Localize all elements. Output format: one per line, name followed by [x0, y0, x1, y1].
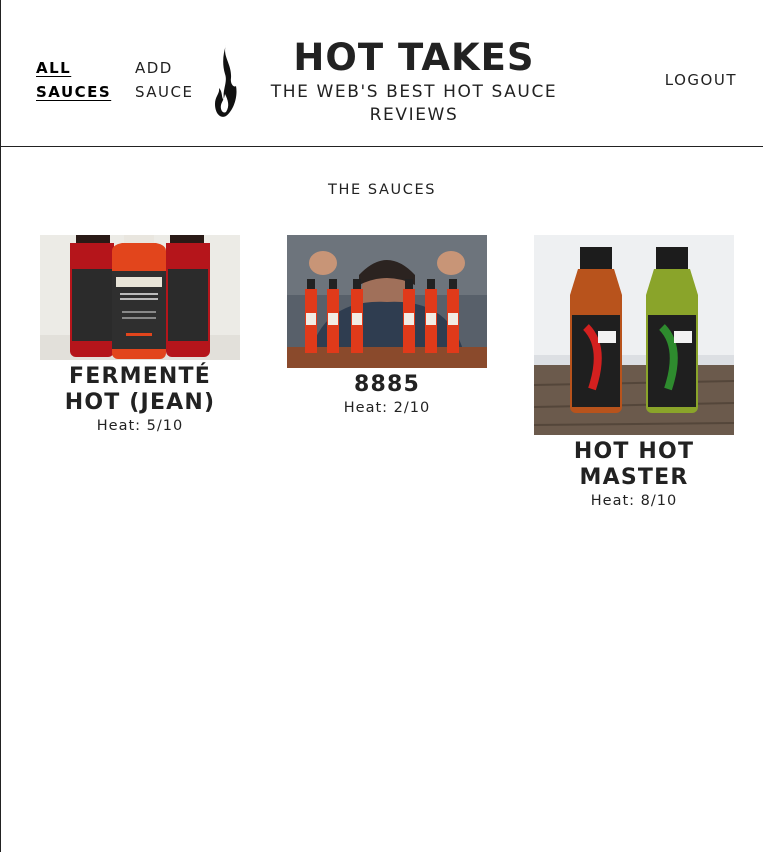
sauce-heat: Heat: 5/10 [96, 418, 184, 434]
nav-all-sauces-link[interactable]: ALL SAUCES [36, 56, 126, 104]
sauce-image[interactable] [40, 235, 240, 360]
sauce-name[interactable]: HOT HOT MASTER [534, 439, 734, 491]
sauce-heat: Heat: 8/10 [590, 493, 678, 509]
sauce-card[interactable]: HOT HOT MASTER Heat: 8/10 [534, 235, 734, 511]
site-tagline: THE WEB'S BEST HOT SAUCE REVIEWS [270, 82, 558, 125]
flame-icon [215, 45, 237, 117]
sauce-heat: Heat: 2/10 [343, 400, 431, 416]
site-title: HOT TAKES [293, 36, 535, 79]
sauce-name[interactable]: FERMENTÉ HOT (JEAN) [40, 364, 240, 416]
logout-link[interactable]: LOGOUT [665, 68, 737, 92]
sauce-image[interactable] [287, 235, 487, 368]
sauce-card[interactable]: 8885 Heat: 2/10 [287, 235, 487, 418]
sauce-card[interactable]: FERMENTÉ HOT (JEAN) Heat: 5/10 [40, 235, 240, 436]
sauce-image[interactable] [534, 235, 734, 435]
site-header: ALL SAUCES ADD SAUCE HOT TAKES THE WEB'S… [1, 0, 763, 147]
sauce-name[interactable]: 8885 [287, 372, 487, 398]
brand-block: HOT TAKES THE WEB'S BEST HOT SAUCE REVIE… [261, 35, 567, 127]
section-title: THE SAUCES [327, 182, 437, 198]
